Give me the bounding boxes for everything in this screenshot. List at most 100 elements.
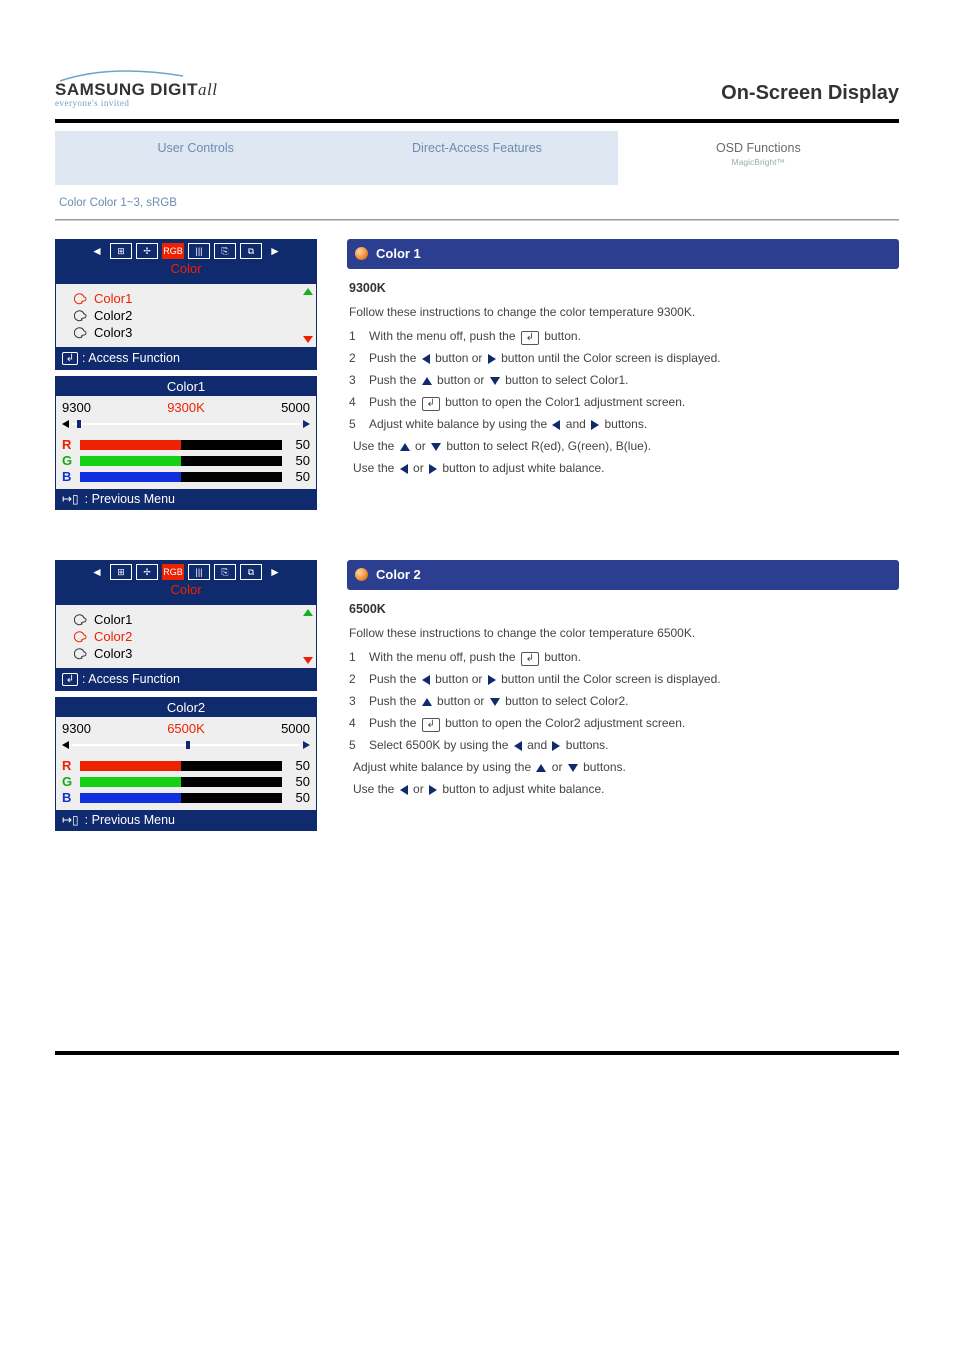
range-left-label: 9300: [62, 400, 91, 415]
rgb-label: B: [62, 790, 74, 805]
section-title: Color 2: [376, 565, 421, 585]
rgb-value: 50: [288, 453, 310, 468]
right-arrow-icon: [429, 785, 437, 795]
osd-tab-icons: ◄ ⊞ ✢ RGB ||| ⎘ ⧉ ►: [62, 243, 310, 259]
divider-thick: [55, 119, 899, 123]
scroll-up-icon: [303, 609, 313, 616]
left-arrow-icon: [400, 464, 408, 474]
range-center-label: 6500K: [167, 721, 205, 736]
tab-direct-access[interactable]: Direct-Access Features: [336, 131, 617, 185]
section-header-color1: Color 1: [347, 239, 899, 269]
list-item: Color3: [56, 645, 316, 662]
step-note: Use the or button to adjust white balanc…: [349, 457, 899, 479]
rgb-label: R: [62, 758, 74, 773]
osd-tab-icons: ◄ ⊞ ✢ RGB ||| ⎘ ⧉ ►: [62, 564, 310, 580]
list-item-label: Color1: [94, 291, 132, 306]
left-arrow-icon: [400, 785, 408, 795]
left-arrow-icon: [552, 420, 560, 430]
scroll-up-icon: [303, 288, 313, 295]
osd-icon-bars: |||: [188, 243, 210, 259]
logo: SAMSUNG DIGITall everyone's invited On-S…: [55, 70, 899, 111]
rgb-value: 50: [288, 469, 310, 484]
slider-tick: [186, 741, 190, 749]
range-center-label: 9300K: [167, 400, 205, 415]
tab-user-controls[interactable]: User Controls: [55, 131, 336, 185]
list-item-label: Color3: [94, 325, 132, 340]
step-item: With the menu off, push the ↲ button.: [365, 325, 899, 347]
step-item: Push the button or button until the Colo…: [365, 347, 899, 369]
left-arrow-icon: [422, 354, 430, 364]
right-arrow-icon: [488, 354, 496, 364]
osd-main-panel-1: ◄ ⊞ ✢ RGB ||| ⎘ ⧉ ► Color Color1 Color2: [55, 239, 317, 370]
adjust-footer: ↦▯: Previous Menu: [56, 810, 316, 830]
section-header-color2: Color 2: [347, 560, 899, 590]
temperature-row: 9300 9300K 5000: [62, 400, 310, 415]
tab-osd-label: OSD Functions: [622, 141, 895, 155]
step-item: With the menu off, push the ↲ button.: [365, 646, 899, 668]
enter-key-icon: ↲: [422, 397, 440, 411]
left-arrow-icon: [514, 741, 522, 751]
list-item-label: Color3: [94, 646, 132, 661]
osd-icon-rgb: RGB: [162, 564, 184, 580]
list-item: Color3: [56, 324, 316, 341]
list-item: Color1: [56, 611, 316, 628]
enter-key-icon: ↲: [62, 673, 78, 686]
list-item: Color2: [56, 307, 316, 324]
step-item: Push the ↲ button to open the Color1 adj…: [365, 391, 899, 413]
step-note: Use the or button to adjust white balanc…: [349, 778, 899, 800]
osd-icon-screen: ⧉: [240, 243, 262, 259]
nav-tabs: User Controls Direct-Access Features OSD…: [55, 131, 899, 185]
osd-icon-position: ⊞: [110, 564, 132, 580]
scroll-down-icon: [303, 336, 313, 343]
enter-key-icon: ↲: [521, 652, 539, 666]
osd-nav-left-icon: ◄: [86, 564, 108, 580]
divider-double: [55, 219, 899, 221]
rgb-label: G: [62, 774, 74, 789]
osd-icon-rgb: RGB: [162, 243, 184, 259]
range-left-label: 9300: [62, 721, 91, 736]
palette-icon: [74, 327, 88, 339]
return-key-icon: ↦▯: [62, 492, 79, 506]
brand-sub1: DIGIT: [150, 80, 198, 99]
enter-key-icon: ↲: [422, 718, 440, 732]
intro-text: Follow these instructions to change the …: [349, 303, 899, 321]
slider-right-icon: [303, 420, 310, 428]
intro-text: Follow these instructions to change the …: [349, 624, 899, 642]
bullet-icon: [355, 247, 368, 260]
palette-icon: [74, 614, 88, 626]
osd-color-list-1: Color1 Color2 Color3: [56, 284, 316, 347]
osd-adjust-panel-2: Color2 9300 6500K 5000 R50 G50 B50: [55, 697, 317, 831]
temperature-slider: [62, 738, 310, 752]
steps-list-1: With the menu off, push the ↲ button. Pu…: [347, 325, 899, 479]
rgb-label: R: [62, 437, 74, 452]
osd-icon-page: ⎘: [214, 243, 236, 259]
subsection-title: 6500K: [349, 600, 899, 619]
adjust-footer-label: : Previous Menu: [85, 813, 175, 827]
rgb-row-b: B50: [62, 469, 310, 484]
adjust-footer: ↦▯: Previous Menu: [56, 489, 316, 509]
right-arrow-icon: [488, 675, 496, 685]
osd-icon-screen: ⧉: [240, 564, 262, 580]
page-footer-rule: [55, 1051, 899, 1055]
step-item: Push the ↲ button to open the Color2 adj…: [365, 712, 899, 734]
section-color1: ◄ ⊞ ✢ RGB ||| ⎘ ⧉ ► Color Color1 Color2: [55, 239, 899, 510]
right-arrow-icon: [552, 741, 560, 751]
subsection-title: 9300K: [349, 279, 899, 298]
section-color2: ◄ ⊞ ✢ RGB ||| ⎘ ⧉ ► Color Color1 Color2: [55, 560, 899, 831]
page-title: On-Screen Display: [721, 82, 899, 105]
rgb-value: 50: [288, 790, 310, 805]
step-item: Adjust white balance by using the and bu…: [365, 413, 899, 435]
list-item-label: Color2: [94, 308, 132, 323]
range-right-label: 5000: [281, 721, 310, 736]
osd-color-list-2: Color1 Color2 Color3: [56, 605, 316, 668]
osd-icon-position: ⊞: [110, 243, 132, 259]
breadcrumb: Color Color 1~3, sRGB: [59, 197, 899, 209]
rgb-row-b: B 50: [62, 790, 310, 805]
tab-osd-functions[interactable]: OSD Functions MagicBright™: [618, 131, 899, 185]
osd-nav-left-icon: ◄: [86, 243, 108, 259]
rgb-row-r: R50: [62, 758, 310, 773]
steps-list-2: With the menu off, push the ↲ button. Pu…: [347, 646, 899, 800]
down-arrow-icon: [490, 698, 500, 706]
tab-footnote: MagicBright™: [622, 157, 895, 167]
rgb-row-r: R50: [62, 437, 310, 452]
